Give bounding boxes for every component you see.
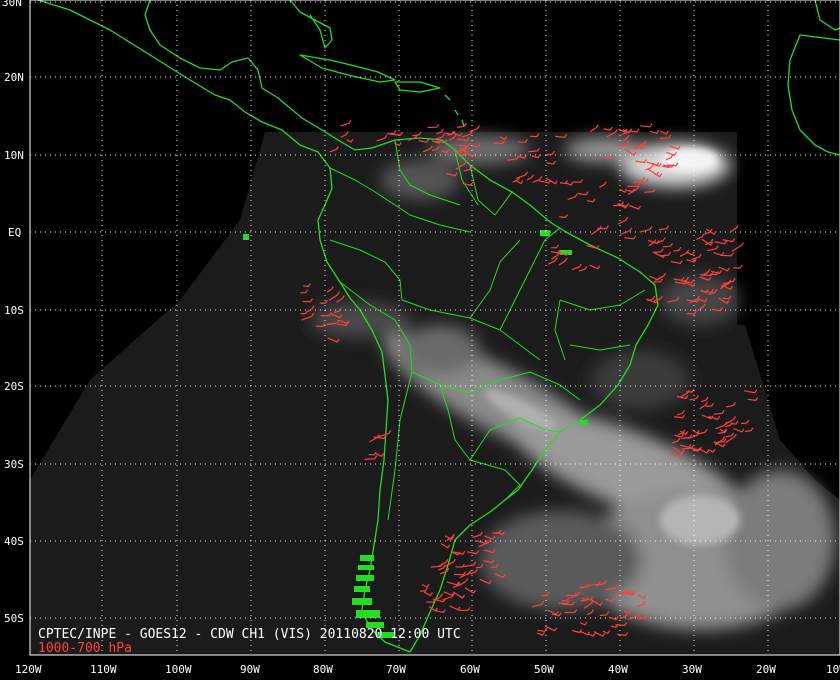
cuba xyxy=(299,54,396,83)
hispaniola xyxy=(394,81,441,93)
lat-label-50s: 50S xyxy=(4,612,24,625)
lat-label-10n: 10N xyxy=(4,149,24,162)
satellite-map: 30N 20N 10N EQ 10S 20S 30S 40S 50S 120W … xyxy=(2,0,840,676)
caribbean-islands xyxy=(444,94,465,127)
lon-label-50w: 50W xyxy=(534,663,554,676)
lat-label-20s: 20S xyxy=(4,380,24,393)
lon-label-30w: 30W xyxy=(682,663,702,676)
lon-label-60w: 60W xyxy=(460,663,480,676)
latitude-labels: 30N 20N 10N EQ 10S 20S 30S 40S 50S xyxy=(2,0,24,625)
lat-label-30s: 30S xyxy=(4,458,24,471)
gulf-coast xyxy=(144,0,373,151)
wind-barb xyxy=(589,124,599,133)
lon-label-80w: 80W xyxy=(313,663,333,676)
lon-label-70w: 70W xyxy=(386,663,406,676)
lon-label-20w: 20W xyxy=(756,663,776,676)
lon-label-10w: 10W xyxy=(826,663,840,676)
lat-label-30n: 30N xyxy=(2,0,22,9)
lat-label-10s: 10S xyxy=(4,304,24,317)
iberia-stub xyxy=(814,0,840,31)
wind-barb xyxy=(469,125,480,133)
satellite-image xyxy=(30,132,840,655)
wind-barb xyxy=(603,126,613,131)
lon-label-100w: 100W xyxy=(165,663,192,676)
lon-label-90w: 90W xyxy=(240,663,260,676)
lat-label-40s: 40S xyxy=(4,535,24,548)
pressure-legend: 1000-700 hPa xyxy=(38,641,132,656)
wind-barb xyxy=(640,123,653,128)
wind-barb xyxy=(457,122,467,129)
africa-west-coast xyxy=(787,34,840,156)
lon-label-110w: 110W xyxy=(90,663,117,676)
lat-label-20n: 20N xyxy=(4,71,24,84)
wind-barb xyxy=(340,119,352,127)
lon-label-40w: 40W xyxy=(608,663,628,676)
florida xyxy=(289,0,333,49)
lon-label-120w: 120W xyxy=(15,663,42,676)
longitude-labels: 120W 110W 100W 90W 80W 70W 60W 50W 40W 3… xyxy=(15,663,840,676)
lat-label-eq: EQ xyxy=(8,226,21,239)
product-caption: CPTEC/INPE - GOES12 - CDW CH1 (VIS) 2011… xyxy=(38,627,461,642)
wind-barb xyxy=(427,123,440,129)
